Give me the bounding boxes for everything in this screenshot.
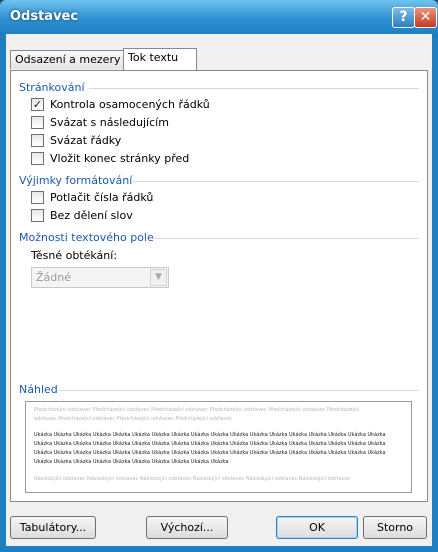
dialog-client-area: Odsazení a mezery Tok textu Stránkování … (6, 34, 432, 546)
paragraph-preview: Předcházející odstavec Předcházející ods… (25, 401, 412, 493)
help-button[interactable]: ? (392, 7, 415, 28)
checkbox-label: Svázat řádky (50, 134, 122, 147)
close-button[interactable]: ✕ (414, 7, 437, 28)
preview-sample-line: Ukázka Ukázka Ukázka Ukázka Ukázka Ukázk… (34, 450, 386, 456)
tab-line-page-breaks[interactable]: Tok textu (123, 48, 197, 70)
checkbox-label: Svázat s následujícím (50, 116, 169, 129)
tab-panel: Stránkování ✓ Kontrola osamocených řádků … (10, 70, 428, 502)
tab-indents-spacing[interactable]: Odsazení a mezery (10, 50, 129, 69)
tabs-button[interactable]: Tabulátory... (10, 516, 96, 539)
checkbox-label: Vložit konec stránky před (50, 152, 190, 165)
checkbox-suppress-line-numbers[interactable]: Potlačit čísla řádků (31, 190, 154, 206)
section-title-textbox-options: Možnosti textového pole (19, 231, 154, 244)
cancel-button[interactable]: Storno (363, 516, 427, 539)
checkbox-label: Bez dělení slov (50, 209, 133, 222)
preview-previous-paragraph-line: Předcházející odstavec Předcházející ods… (34, 407, 360, 413)
checkbox-dont-hyphenate[interactable]: Bez dělení slov (31, 208, 133, 224)
checkbox-page-break-before[interactable]: Vložit konec stránky před (31, 151, 190, 167)
tight-wrap-label: Těsné obtékání: (31, 249, 118, 262)
preview-next-paragraph-line: Následující odstavec Následující odstave… (34, 476, 351, 482)
checkbox-keep-with-next[interactable]: Svázat s následujícím (31, 115, 169, 131)
preview-previous-paragraph-line: odstavec Předcházející odstavec Předcház… (34, 416, 233, 422)
checkbox-box[interactable] (31, 208, 44, 222)
tight-wrap-select[interactable]: Žádné ▼ (31, 267, 169, 288)
checkbox-label: Potlačit čísla řádků (50, 191, 154, 204)
checkbox-label: Kontrola osamocených řádků (50, 98, 210, 111)
tight-wrap-value: Žádné (36, 271, 71, 284)
tab-indents-spacing-label: Odsazení a mezery (15, 53, 121, 66)
section-divider (151, 238, 419, 239)
dialog-window: Odstavec ? ✕ Odsazení a mezery Tok textu… (0, 0, 438, 552)
title-bar[interactable]: Odstavec ? ✕ (0, 0, 438, 34)
checkbox-box[interactable] (31, 133, 44, 147)
preview-sample-line: Ukázka Ukázka Ukázka Ukázka Ukázka Ukázk… (34, 441, 386, 447)
checkbox-box[interactable] (31, 190, 44, 204)
ok-button[interactable]: OK (276, 516, 358, 539)
preview-sample-line: Ukázka Ukázka Ukázka Ukázka Ukázka Ukázk… (34, 432, 386, 438)
section-title-exceptions: Výjimky formátování (19, 174, 133, 187)
checkbox-keep-lines-together[interactable]: Svázat řádky (31, 133, 122, 149)
dialog-title: Odstavec (10, 9, 79, 24)
section-divider (133, 181, 419, 182)
set-default-button[interactable]: Výchozí... (146, 516, 228, 539)
section-divider (59, 390, 419, 391)
checkbox-widow-control[interactable]: ✓ Kontrola osamocených řádků (31, 97, 210, 113)
section-title-preview: Náhled (19, 383, 58, 396)
tab-line-page-breaks-label: Tok textu (128, 51, 179, 64)
checkbox-box[interactable] (31, 151, 44, 165)
chevron-down-icon[interactable]: ▼ (150, 269, 167, 286)
section-title-pagination: Stránkování (19, 81, 85, 94)
checkbox-box[interactable] (31, 115, 44, 129)
preview-sample-line: Ukázka Ukázka Ukázka Ukázka Ukázka Ukázk… (34, 459, 229, 465)
section-divider (89, 88, 419, 89)
checkbox-box[interactable]: ✓ (31, 97, 44, 111)
